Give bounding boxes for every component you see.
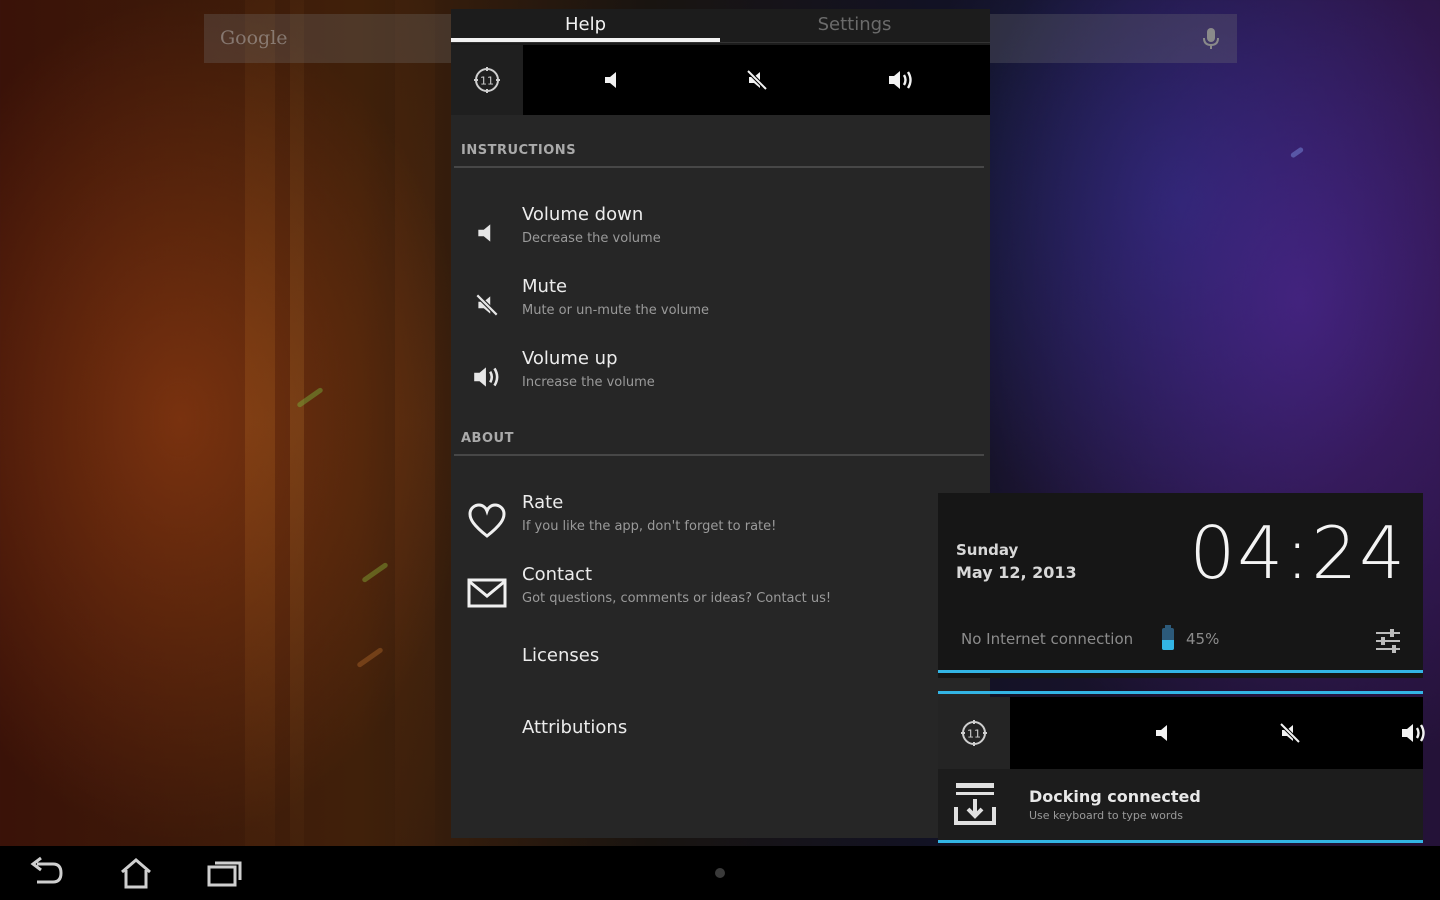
volume-up-icon (1402, 724, 1425, 742)
microphone-icon[interactable] (1201, 27, 1221, 51)
clock-day: Sunday (956, 541, 1019, 559)
list-item-mute[interactable]: Mute Mute or un-mute the volume (451, 273, 990, 343)
tab-divider (451, 42, 990, 43)
section-header-about: ABOUT (461, 431, 514, 446)
tab-settings[interactable]: Settings (720, 9, 989, 45)
search-placeholder: Google (220, 27, 288, 49)
volume-control-bar: 11 (451, 45, 990, 115)
network-status: No Internet connection (961, 630, 1134, 648)
list-item-volume-up[interactable]: Volume up Increase the volume (451, 345, 990, 415)
item-subtitle: Decrease the volume (522, 231, 661, 246)
list-item-volume-down[interactable]: Volume down Decrease the volume (451, 201, 990, 271)
item-subtitle: If you like the app, don't forget to rat… (522, 519, 777, 534)
svg-text:11: 11 (967, 728, 981, 741)
volume-up-button[interactable] (871, 45, 931, 115)
volume-down-icon (1156, 725, 1167, 741)
tab-indicator (451, 38, 720, 42)
volume-down-icon (467, 213, 507, 253)
mute-button[interactable] (1260, 697, 1320, 769)
recent-apps-icon[interactable] (205, 856, 245, 890)
wallpaper-spark (361, 561, 389, 584)
section-divider (454, 454, 984, 456)
battery-icon (1162, 625, 1174, 650)
accent-divider (938, 840, 1423, 843)
wallpaper-streak (395, 0, 435, 846)
volume-up-icon (467, 357, 507, 397)
wallpaper-spark (356, 646, 384, 669)
volume-down-button[interactable] (1134, 697, 1194, 769)
volume-up-icon (889, 71, 912, 89)
wallpaper-streak (245, 0, 275, 846)
notification-volume-row (1010, 697, 1425, 769)
item-title: Attributions (522, 717, 628, 738)
list-item-attributions[interactable]: Attributions (451, 701, 990, 771)
system-navigation-bar (0, 846, 1440, 900)
list-item-licenses[interactable]: Licenses (451, 629, 990, 699)
wallpaper-spark (1289, 146, 1305, 159)
page-indicator-dot (715, 868, 725, 878)
mute-button[interactable] (727, 45, 787, 115)
notification-subtitle: Use keyboard to type words (1029, 809, 1183, 822)
volume-up-button[interactable] (1384, 697, 1440, 769)
item-subtitle: Got questions, comments or ideas? Contac… (522, 591, 832, 606)
item-title: Mute (522, 276, 568, 297)
list-item-rate[interactable]: Rate If you like the app, don't forget t… (451, 489, 990, 559)
battery-percent: 45% (1186, 630, 1220, 648)
battery-fill (1162, 640, 1174, 650)
tab-bar: Help Settings (451, 9, 990, 45)
wallpaper-streak (290, 0, 304, 846)
item-title: Contact (522, 564, 593, 585)
svg-text:11: 11 (480, 75, 494, 88)
docking-notification[interactable]: 11 Docking connected Use keyboard to typ… (938, 697, 1425, 842)
item-title: Volume up (522, 348, 618, 369)
volume-down-button[interactable] (583, 45, 643, 115)
item-title: Volume down (522, 204, 644, 225)
dock-download-icon (954, 783, 996, 825)
clock-widget[interactable]: Sunday May 12, 2013 04:24 No Internet co… (938, 493, 1423, 678)
item-subtitle: Increase the volume (522, 375, 655, 390)
mute-icon (1279, 722, 1301, 744)
mail-icon (467, 573, 507, 613)
heart-icon (467, 501, 507, 541)
item-title: Licenses (522, 645, 600, 666)
mute-icon (467, 285, 507, 325)
widget-settings-button[interactable]: 11 (938, 697, 1010, 769)
quick-settings-icon[interactable] (1373, 626, 1403, 656)
section-divider (454, 166, 984, 168)
widget-badge-icon: 11 (961, 720, 987, 746)
section-header-instructions: INSTRUCTIONS (461, 143, 577, 158)
back-icon[interactable] (27, 856, 67, 890)
home-icon[interactable] (116, 856, 156, 890)
accent-divider (938, 691, 1423, 694)
item-title: Rate (522, 492, 564, 513)
volume-down-icon (605, 72, 616, 88)
help-panel: Help Settings 11 INSTRUCTIONS Volume dow… (451, 9, 990, 838)
accent-divider (938, 670, 1423, 673)
mute-icon (746, 69, 768, 91)
widget-badge-icon: 11 (474, 67, 500, 93)
notification-title: Docking connected (1029, 787, 1201, 806)
list-item-contact[interactable]: Contact Got questions, comments or ideas… (451, 561, 990, 631)
clock-date: May 12, 2013 (956, 563, 1077, 582)
item-subtitle: Mute or un-mute the volume (522, 303, 710, 318)
clock-time: 04:24 (1189, 511, 1407, 595)
widget-settings-button[interactable]: 11 (451, 45, 523, 115)
